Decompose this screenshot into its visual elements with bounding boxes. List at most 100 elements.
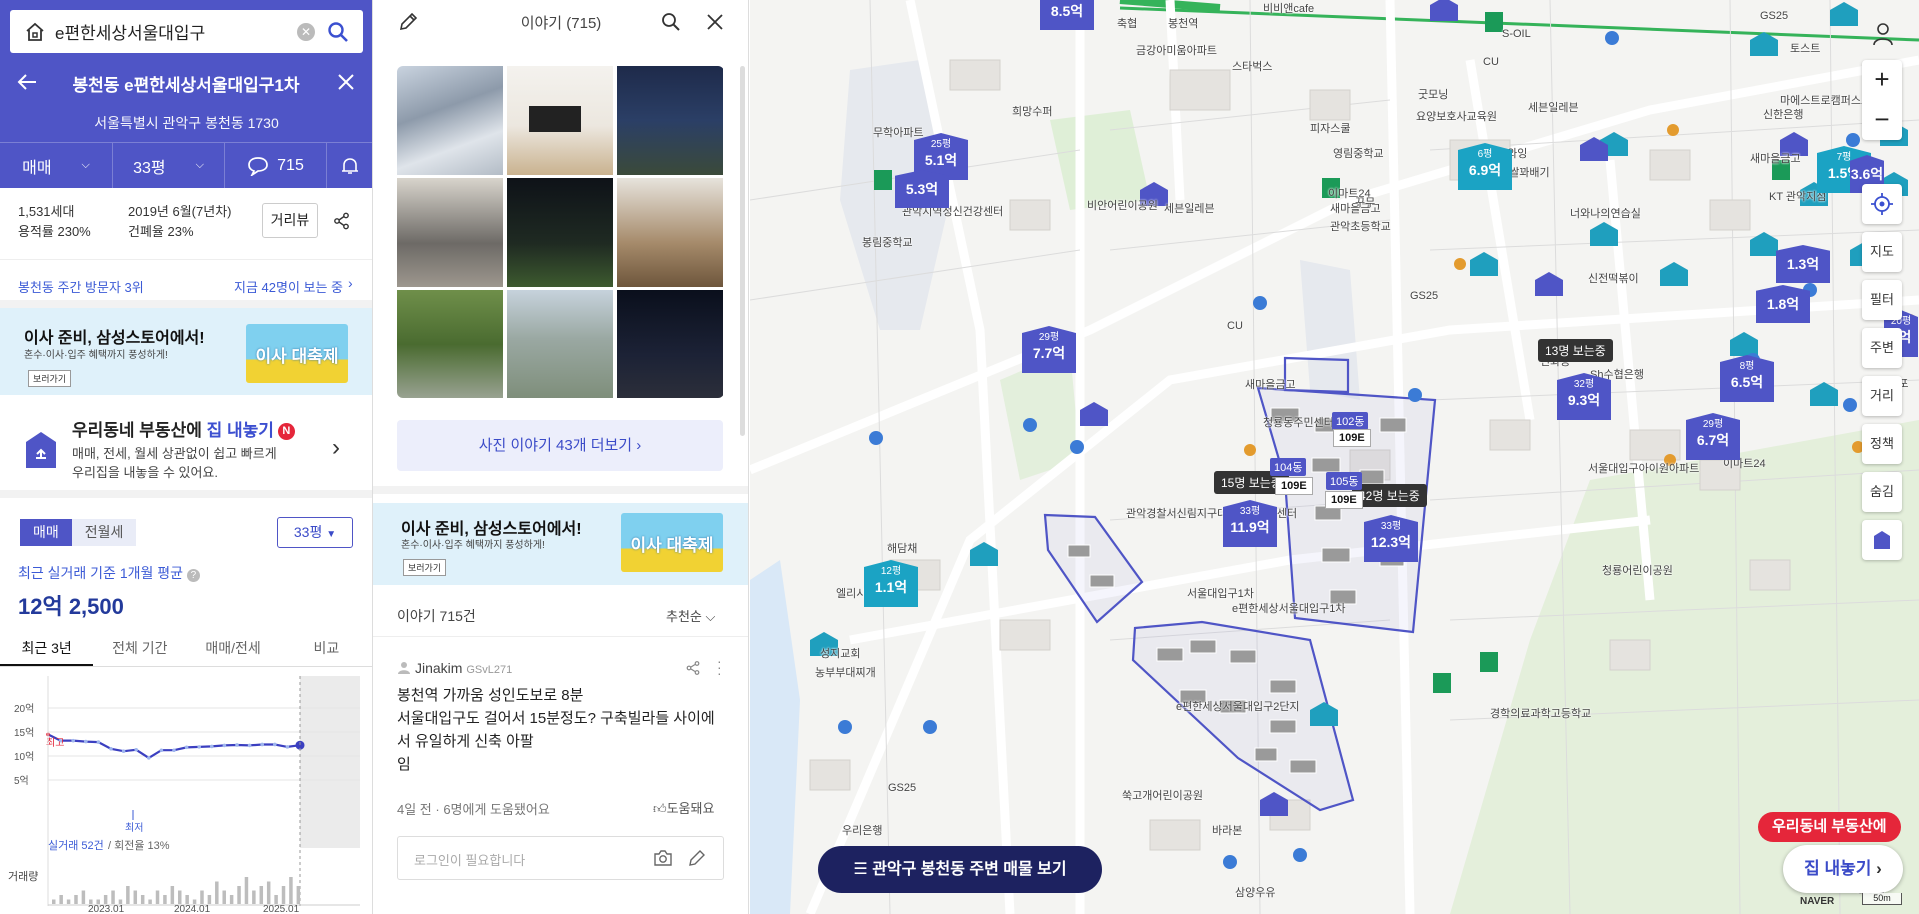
layer-button[interactable] bbox=[1862, 520, 1902, 560]
price-tag[interactable]: 33평 12.3억 bbox=[1364, 515, 1418, 562]
policy-button[interactable]: 정책 bbox=[1862, 424, 1902, 464]
comments-button[interactable]: 715 bbox=[225, 143, 327, 188]
tab-all-period[interactable]: 전체 기간 bbox=[93, 630, 186, 666]
post-user-id: GSvL271 bbox=[466, 664, 513, 676]
x-tick-2023: 2023.01 bbox=[88, 904, 125, 914]
photo-night-buildings[interactable] bbox=[617, 290, 723, 398]
dong-label[interactable]: 102동 bbox=[1332, 412, 1369, 430]
place-label: 금강아미움아파트 bbox=[1136, 45, 1217, 57]
avg-label: 최근 실거래 기준 1개월 평균 ? bbox=[18, 563, 200, 583]
nearby-listings-button[interactable]: ☰ 관악구 봉천동 주변 매물 보기 bbox=[818, 846, 1102, 893]
volume-bar bbox=[74, 895, 78, 904]
close-icon[interactable] bbox=[705, 12, 725, 32]
size-select[interactable]: 33평 ⌵ bbox=[113, 143, 225, 188]
helpful-button[interactable]: 👍︎도움돼요 bbox=[653, 798, 714, 817]
alert-button[interactable] bbox=[327, 143, 372, 188]
hide-button[interactable]: 숨김 bbox=[1862, 472, 1902, 512]
tab-rent[interactable]: 전월세 bbox=[71, 519, 137, 546]
photo-walkway[interactable] bbox=[397, 290, 503, 398]
price-tag-value: 5.3억 bbox=[905, 181, 939, 197]
close-icon[interactable] bbox=[336, 72, 356, 92]
search-icon[interactable] bbox=[327, 21, 349, 43]
search-icon[interactable] bbox=[661, 12, 681, 32]
ad-button[interactable]: 보러가기 bbox=[28, 370, 72, 387]
place-label: 우리은행 bbox=[842, 825, 883, 837]
ad-banner[interactable]: 이사 준비, 삼성스토어에서! 혼수·이사·입주 혜택까지 풍성하게! 보러가기… bbox=[0, 308, 372, 395]
nearby-button[interactable]: 주변 bbox=[1862, 328, 1902, 368]
ad-banner-2[interactable]: 이사 준비, 삼성스토어에서! 혼수·이사·입주 혜택까지 풍성하게! 보러가기… bbox=[373, 503, 748, 585]
price-tag-value: 12.3억 bbox=[1370, 534, 1412, 550]
map-type-button[interactable]: 지도 bbox=[1862, 232, 1902, 272]
photo-city-view[interactable] bbox=[507, 290, 613, 398]
more-vertical-icon[interactable]: · · · bbox=[717, 654, 722, 680]
deal-type-select[interactable]: 매매 ⌵ bbox=[0, 143, 113, 188]
size-dropdown[interactable]: 33평 ▼ bbox=[277, 517, 353, 548]
visitor-bar[interactable]: 봉천동 주간 방문자 3위 지금 42명이 보는 중 › bbox=[0, 261, 372, 308]
home-icon[interactable] bbox=[24, 21, 46, 43]
price-tag-value: 9.3억 bbox=[1567, 392, 1601, 408]
photo-night-garden[interactable] bbox=[507, 178, 613, 287]
comment-input[interactable]: 로그인이 필요합니다 bbox=[397, 836, 724, 880]
more-photos-button[interactable]: 사진 이야기 43개 더보기 › bbox=[397, 420, 723, 471]
clear-icon[interactable]: ✕ bbox=[297, 22, 315, 41]
zoom-out-button[interactable]: − bbox=[1862, 100, 1902, 140]
price-tag[interactable]: 29평 7.7억 bbox=[1022, 326, 1076, 373]
price-tag[interactable]: 5.3억 bbox=[895, 170, 949, 208]
help-icon[interactable]: ? bbox=[186, 569, 200, 582]
photo-night-tower[interactable] bbox=[617, 66, 723, 175]
divider bbox=[373, 636, 748, 637]
price-tag[interactable]: 32평 9.3억 bbox=[1557, 373, 1611, 420]
unit-label[interactable]: 109E bbox=[1275, 477, 1313, 495]
price-tag[interactable]: 33평 11.9억 bbox=[1223, 500, 1277, 547]
chevron-right-icon: › bbox=[348, 275, 353, 291]
tab-sale-jeonse[interactable]: 매매/전세 bbox=[187, 630, 280, 666]
price-tag-size: 25평 bbox=[930, 139, 952, 150]
pencil-icon[interactable] bbox=[688, 849, 706, 867]
chart-caption-left: 실거래 52건 bbox=[48, 839, 104, 852]
price-tag[interactable]: 1.3억 bbox=[1776, 245, 1830, 283]
zoom-in-button[interactable]: + bbox=[1862, 60, 1902, 100]
price-tag-value: 8.5억 bbox=[1050, 3, 1084, 19]
tab-recent-3y[interactable]: 최근 3년 bbox=[0, 630, 94, 666]
place-label: 새마을금고 bbox=[1245, 379, 1296, 391]
map-view[interactable]: 봉천역 축협 비비앤cafe S-OIL 스타벅스 CU 금강아미움아파트 무학아파트 희망수퍼… bbox=[750, 0, 1919, 914]
price-point bbox=[260, 742, 265, 747]
place-label: GS25 bbox=[1760, 10, 1789, 22]
user-icon[interactable] bbox=[1872, 22, 1894, 46]
place-label: 서울대입구아이원아파트 bbox=[1588, 463, 1700, 475]
photo-living-room[interactable] bbox=[507, 66, 613, 175]
photo-snow-apartment[interactable] bbox=[397, 66, 503, 175]
dong-label[interactable]: 104동 bbox=[1270, 458, 1307, 476]
search-box[interactable]: e편한세상서울대입구 ✕ bbox=[10, 10, 363, 53]
price-tag-value: 6.7억 bbox=[1696, 432, 1730, 448]
viewing-badge: 42명 보는중 bbox=[1352, 484, 1427, 507]
share-icon[interactable] bbox=[686, 661, 700, 675]
price-tag[interactable]: 8평 6.5억 bbox=[1720, 355, 1774, 402]
sort-select[interactable]: 추천순 ⌵ bbox=[666, 606, 715, 625]
price-tag[interactable]: 8.5억 bbox=[1040, 0, 1094, 30]
filter-button[interactable]: 필터 bbox=[1862, 280, 1902, 320]
price-tag[interactable]: 6평 6.9억 bbox=[1458, 143, 1512, 190]
search-input[interactable]: e편한세상서울대입구 bbox=[55, 19, 297, 44]
price-tag[interactable]: 12평 1.1억 bbox=[864, 560, 918, 607]
photo-sofa[interactable] bbox=[397, 178, 503, 287]
unit-label[interactable]: 109E bbox=[1333, 429, 1371, 447]
locate-button[interactable] bbox=[1862, 184, 1902, 224]
dong-label[interactable]: 105동 bbox=[1326, 472, 1363, 490]
price-tag[interactable]: 1.8억 bbox=[1756, 285, 1810, 323]
sell-home-button[interactable]: 집 내놓기 › bbox=[1783, 845, 1903, 893]
scrollbar[interactable] bbox=[740, 66, 745, 436]
ad-button[interactable]: 보러가기 bbox=[403, 559, 447, 576]
distance-button[interactable]: 거리 bbox=[1862, 376, 1902, 416]
camera-icon[interactable] bbox=[653, 849, 673, 867]
share-icon[interactable] bbox=[333, 212, 351, 230]
price-tag[interactable]: 29평 6.7억 bbox=[1686, 413, 1740, 460]
tab-sale[interactable]: 매매 bbox=[20, 519, 72, 546]
back-arrow-icon[interactable] bbox=[16, 71, 38, 93]
unit-label[interactable]: 109E bbox=[1325, 491, 1363, 509]
complex-info: 1,531세대 용적률 230% 2019년 6월(7년차) 건폐율 23% 거… bbox=[0, 188, 372, 260]
sell-home-promo[interactable]: 우리동네 부동산에 집 내놓기 N 매매, 전세, 월세 상관없이 쉽고 빠르게 우… bbox=[0, 400, 372, 498]
tab-compare[interactable]: 비교 bbox=[280, 630, 372, 666]
photo-community[interactable] bbox=[617, 178, 723, 287]
street-view-button[interactable]: 거리뷰 bbox=[262, 203, 318, 238]
